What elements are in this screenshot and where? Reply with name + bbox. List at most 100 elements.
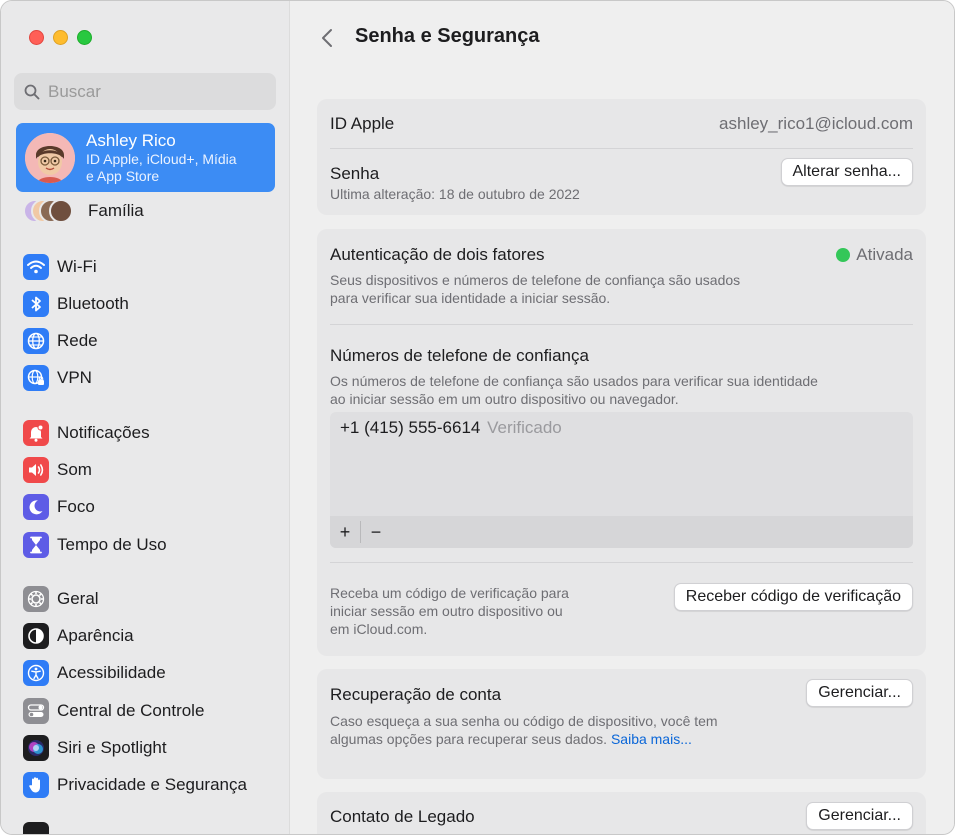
trusted-numbers-desc-line1: Os números de telefone de confiança são … bbox=[330, 373, 818, 389]
sidebar-item-siri[interactable]: Siri e Spotlight bbox=[23, 734, 167, 762]
sidebar-item-label: Privacidade e Segurança bbox=[57, 775, 247, 794]
add-number-button[interactable]: + bbox=[330, 516, 360, 548]
sidebar-item-control-center[interactable]: Central de Controle bbox=[23, 697, 204, 725]
password-label: Senha bbox=[330, 164, 380, 183]
sidebar-item-label: Tempo de Uso bbox=[57, 535, 167, 554]
sidebar-item-vpn[interactable]: VPN bbox=[23, 364, 92, 392]
sidebar-item-general[interactable]: Geral bbox=[23, 585, 99, 613]
manage-recovery-button[interactable]: Gerenciar... bbox=[806, 679, 913, 707]
legacy-group: Contato de Legado Gerenciar... bbox=[317, 792, 926, 834]
sidebar-item-label: Rede bbox=[57, 331, 98, 350]
settings-window: Ashley Rico ID Apple, iCloud+, Mídia e A… bbox=[0, 0, 955, 835]
sidebar-item-label: Som bbox=[57, 460, 92, 479]
phone-number: +1 (415) 555-6614 bbox=[340, 418, 481, 437]
apple-id-value: ashley_rico1@icloud.com bbox=[719, 114, 913, 133]
sidebar-item-screen-time[interactable]: Tempo de Uso bbox=[23, 531, 167, 559]
sidebar-item-label: Siri e Spotlight bbox=[57, 738, 167, 757]
toggles-icon bbox=[23, 698, 49, 724]
hand-icon bbox=[23, 772, 49, 798]
back-button[interactable] bbox=[315, 25, 339, 51]
learn-more-link[interactable]: Saiba mais... bbox=[611, 731, 692, 747]
close-window-button[interactable] bbox=[29, 30, 44, 45]
sidebar-item-label: Foco bbox=[57, 497, 95, 516]
sidebar-item-accessibility[interactable]: Acessibilidade bbox=[23, 659, 166, 687]
sidebar-item-label: Bluetooth bbox=[57, 294, 129, 313]
legacy-contact-label: Contato de Legado bbox=[330, 807, 475, 826]
two-factor-desc-line2: para verificar sua identidade a iniciar … bbox=[330, 290, 611, 306]
recovery-label: Recuperação de conta bbox=[330, 685, 502, 704]
sidebar-item-apple-id[interactable]: Ashley Rico ID Apple, iCloud+, Mídia e A… bbox=[16, 123, 275, 192]
sidebar-item-notifications[interactable]: Notificações bbox=[23, 419, 150, 447]
trusted-numbers-desc-line2: ao iniciar sessão em um outro dispositiv… bbox=[330, 391, 679, 407]
divider bbox=[330, 148, 913, 149]
sidebar-item-appearance[interactable]: Aparência bbox=[23, 622, 134, 650]
sidebar-item-label: Geral bbox=[57, 589, 99, 608]
sidebar-item-network[interactable]: Rede bbox=[23, 327, 98, 355]
account-group: ID Apple ashley_rico1@icloud.com Senha U… bbox=[317, 99, 926, 215]
sidebar-item-family[interactable]: Família bbox=[23, 199, 144, 223]
sidebar-item-wifi[interactable]: Wi-Fi bbox=[23, 253, 97, 281]
vpn-globe-icon bbox=[23, 365, 49, 391]
zoom-window-button[interactable] bbox=[77, 30, 92, 45]
status-dot-icon bbox=[836, 248, 851, 262]
sidebar-item-privacy-security[interactable]: Privacidade e Segurança bbox=[23, 771, 247, 799]
trusted-numbers-label: Números de telefone de confiança bbox=[330, 346, 589, 365]
change-password-button[interactable]: Alterar senha... bbox=[780, 158, 913, 186]
user-name: Ashley Rico bbox=[86, 130, 176, 150]
divider bbox=[330, 562, 913, 563]
window-controls bbox=[29, 30, 92, 45]
verification-desc-line2: iniciar sessão em outro dispositivo ou bbox=[330, 603, 563, 619]
sidebar: Ashley Rico ID Apple, iCloud+, Mídia e A… bbox=[1, 1, 290, 834]
verification-desc-line3: em iCloud.com. bbox=[330, 621, 428, 637]
trusted-numbers-list: +1 (415) 555-6614 Verificado + − bbox=[330, 412, 913, 548]
user-info: Ashley Rico ID Apple, iCloud+, Mídia e A… bbox=[86, 131, 237, 185]
user-subtitle-line1: ID Apple, iCloud+, Mídia bbox=[86, 150, 237, 167]
recovery-group: Recuperação de conta Gerenciar... Caso e… bbox=[317, 669, 926, 779]
sidebar-item-label: VPN bbox=[57, 368, 92, 387]
appearance-icon bbox=[23, 623, 49, 649]
search-input[interactable] bbox=[48, 81, 248, 102]
sidebar-item-label: Acessibilidade bbox=[57, 663, 166, 682]
avatar bbox=[25, 132, 75, 183]
sidebar-item-label: Notificações bbox=[57, 423, 150, 442]
minimize-window-button[interactable] bbox=[53, 30, 68, 45]
sidebar-item-bluetooth[interactable]: Bluetooth bbox=[23, 290, 129, 318]
two-factor-status: Ativada bbox=[836, 245, 913, 265]
recovery-desc-line2: algumas opções para recuperar seus dados… bbox=[330, 730, 692, 748]
main-content: Senha e Segurança ID Apple ashley_rico1@… bbox=[291, 1, 954, 834]
moon-icon bbox=[23, 494, 49, 520]
desktop-icon bbox=[23, 822, 49, 834]
speaker-icon bbox=[23, 457, 49, 483]
memoji-avatar-icon bbox=[25, 132, 75, 183]
sidebar-item-sound[interactable]: Som bbox=[23, 456, 92, 484]
sidebar-item-partial[interactable] bbox=[23, 821, 49, 834]
hourglass-icon bbox=[23, 532, 49, 558]
sidebar-item-label: Wi-Fi bbox=[57, 257, 97, 276]
chevron-left-icon bbox=[322, 29, 332, 47]
sidebar-item-label: Central de Controle bbox=[57, 701, 205, 720]
bell-icon bbox=[23, 420, 49, 446]
search-field[interactable] bbox=[14, 73, 276, 110]
wifi-icon bbox=[23, 254, 49, 280]
user-subtitle-line2: e App Store bbox=[86, 167, 160, 184]
sidebar-item-focus[interactable]: Foco bbox=[23, 493, 95, 521]
two-factor-label: Autenticação de dois fatores bbox=[330, 245, 545, 264]
two-factor-status-label: Ativada bbox=[856, 245, 913, 264]
get-verification-code-button[interactable]: Receber código de verificação bbox=[673, 583, 913, 611]
phone-status: Verificado bbox=[487, 418, 562, 437]
apple-id-label: ID Apple bbox=[330, 114, 395, 133]
accessibility-icon bbox=[23, 660, 49, 686]
remove-number-button[interactable]: − bbox=[361, 516, 391, 548]
page-title: Senha e Segurança bbox=[355, 25, 540, 47]
list-item[interactable]: +1 (415) 555-6614 Verificado bbox=[340, 418, 562, 438]
two-factor-group: Autenticação de dois fatores Ativada Seu… bbox=[317, 229, 926, 656]
gear-icon bbox=[23, 586, 49, 612]
two-factor-desc-line1: Seus dispositivos e números de telefone … bbox=[330, 272, 741, 288]
password-last-changed: Ultima alteração: 18 de outubro de 2022 bbox=[330, 186, 580, 202]
recovery-desc-line1: Caso esqueça a sua senha ou código de di… bbox=[330, 713, 718, 729]
family-avatars-icon bbox=[23, 199, 78, 223]
family-label: Família bbox=[88, 201, 144, 220]
globe-icon bbox=[23, 328, 49, 354]
verification-desc-line1: Receba um código de verificação para bbox=[330, 585, 569, 601]
manage-legacy-button[interactable]: Gerenciar... bbox=[806, 802, 913, 830]
